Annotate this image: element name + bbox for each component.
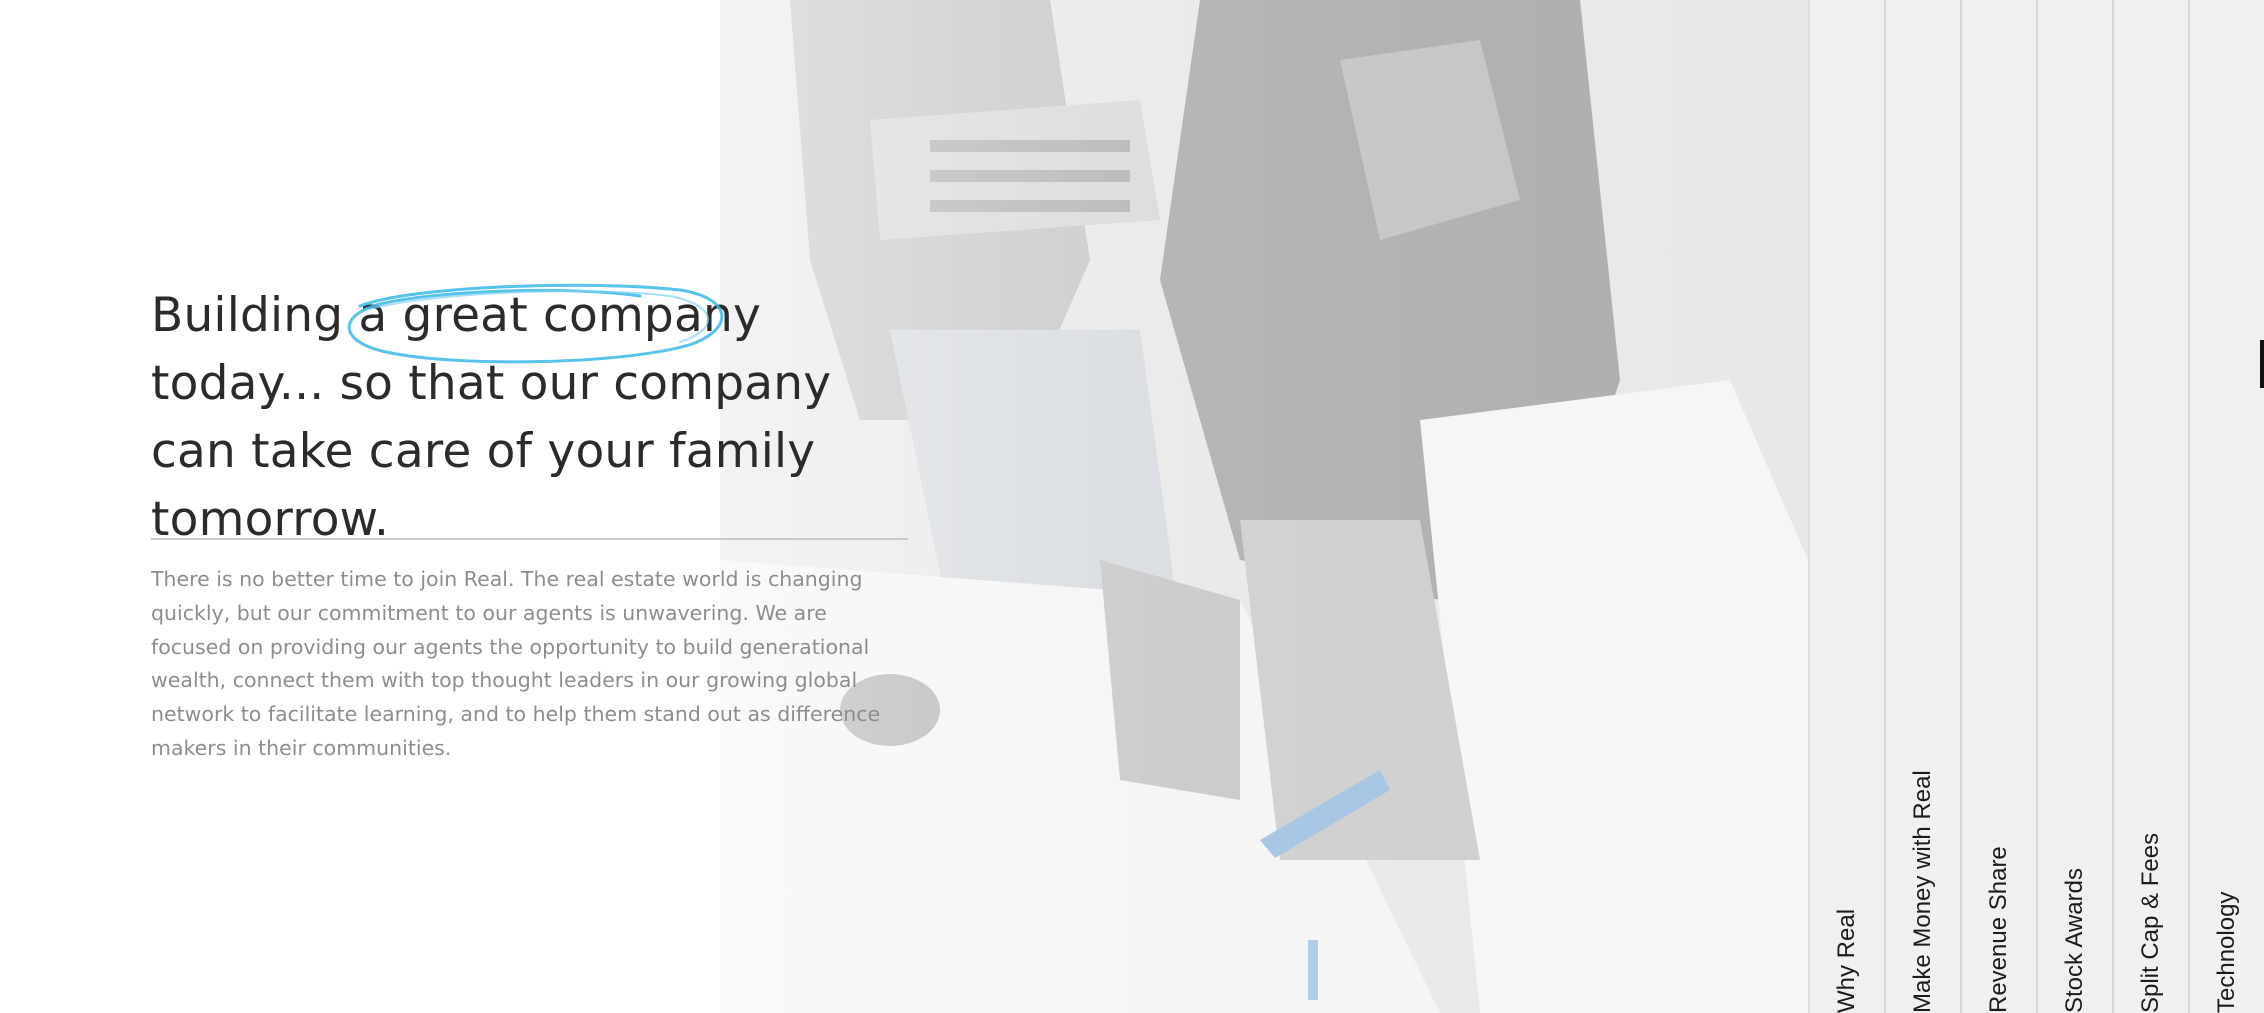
section-divider (151, 538, 908, 540)
nav-tab-stock-awards[interactable]: Stock Awards (2036, 0, 2112, 1013)
nav-tab-label: Stock Awards (2061, 868, 2088, 1013)
nav-tab-make-money[interactable]: Make Money with Real (1884, 0, 1960, 1013)
hero-headline: Building a great company today... so tha… (151, 282, 931, 554)
nav-tab-technology[interactable]: Technology (2188, 0, 2264, 1013)
nav-tab-label: Why Real (1833, 908, 1860, 1013)
nav-tab-revenue-share[interactable]: Revenue Share (1960, 0, 2036, 1013)
headline-pre: Building a (151, 288, 403, 343)
nav-tab-label: Revenue Share (1985, 846, 2012, 1013)
headline-highlight: great company (402, 288, 761, 343)
nav-tab-label: Technology (2213, 891, 2240, 1013)
nav-tab-label: Make Money with Real (1909, 770, 1936, 1013)
nav-tab-split-cap-fees[interactable]: Split Cap & Fees (2112, 0, 2188, 1013)
vertical-side-nav: Why Real Make Money with Real Revenue Sh… (1808, 0, 2264, 1013)
nav-tab-label: Split Cap & Fees (2137, 832, 2164, 1013)
nav-tab-why-real[interactable]: Why Real (1808, 0, 1884, 1013)
scroll-edge-marker (2260, 340, 2264, 388)
headline-post: today... so that our company can take ca… (151, 356, 832, 547)
hero-paragraph: There is no better time to join Real. Th… (151, 567, 881, 760)
